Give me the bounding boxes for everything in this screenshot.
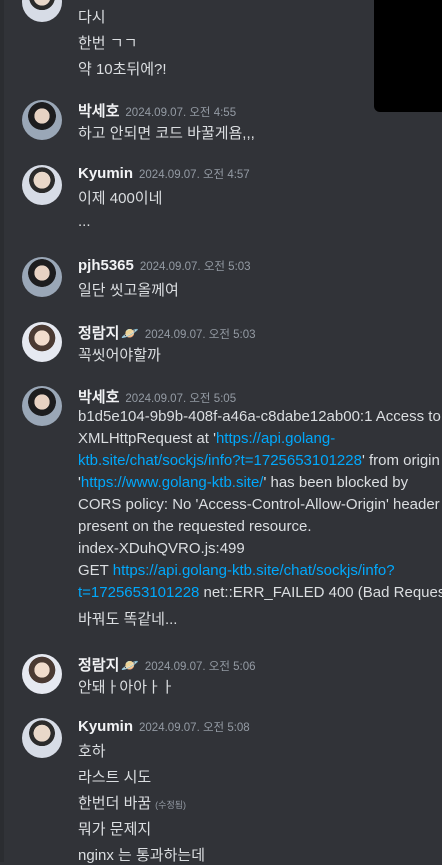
username[interactable]: pjh5365 [78,257,134,274]
message-text: 다시 [78,9,106,26]
message-header: 박세호 2024.09.07. 오전 5:05 [78,386,236,407]
message-text: b1d5e104-9b9b-408f-a46a-c8dabe12ab00:1 A… [78,408,441,425]
message-header: pjh5365 2024.09.07. 오전 5:03 [78,257,251,275]
username[interactable]: Kyumin [78,165,133,182]
planet-badge-icon: 🪐 [121,657,139,673]
timestamp[interactable]: 2024.09.07. 오전 5:03 [140,261,251,273]
timestamp[interactable]: 2024.09.07. 오전 5:03 [145,329,256,341]
message-text: t=1725653101228 net::ERR_FAILED 400 (Bad… [78,584,442,601]
message-text: 이제 400이네 [78,190,163,207]
message-text: ... [78,213,91,230]
message-text: ktb.site/chat/sockjs/info?t=172565310122… [78,452,440,469]
avatar[interactable] [22,0,62,22]
avatar[interactable] [22,718,62,758]
avatar[interactable] [22,100,62,140]
message-text: 바꿔도 똑같네... [78,611,178,628]
message-header: 박세호 2024.09.07. 오전 4:55 [78,100,236,121]
message-text: 꼭씻어야할까 [78,347,161,364]
message-text: 호하 [78,743,106,760]
message-text: 한번 ㄱㄱ [78,35,138,52]
avatar[interactable] [22,257,62,297]
planet-badge-icon: 🪐 [121,325,139,341]
avatar[interactable] [22,322,62,362]
timestamp[interactable]: 2024.09.07. 오전 4:57 [139,169,250,181]
timestamp[interactable]: 2024.09.07. 오전 5:05 [125,393,236,405]
url-link[interactable]: https://api.golang-ktb.site/chat/sockjs/… [113,562,395,579]
message-text: 안돼ㅏ아아ㅏㅏ [78,679,175,696]
avatar[interactable] [22,654,62,694]
video-preview-panel [374,0,442,112]
edited-label: (수정됨) [155,800,187,810]
username[interactable]: 정람지 [78,657,119,674]
left-edge [0,0,4,862]
timestamp[interactable]: 2024.09.07. 오전 4:55 [125,107,236,119]
message-text: 하고 안되면 코드 바꿀게욤,,, [78,125,255,142]
message-header: Kyumin 2024.09.07. 오전 5:08 [78,718,250,736]
url-link[interactable]: t=1725653101228 [78,584,199,601]
timestamp[interactable]: 2024.09.07. 오전 5:08 [139,722,250,734]
message-text: GET https://api.golang-ktb.site/chat/soc… [78,562,395,579]
message-header: Kyumin 2024.09.07. 오전 4:57 [78,165,250,183]
username[interactable]: 박세호 [78,103,119,120]
message-text: XMLHttpRequest at 'https://api.golang- [78,430,336,447]
message-text: index-XDuhQVRO.js:499 [78,540,245,557]
message-text: 'https://www.golang-ktb.site/' has been … [78,474,409,491]
username[interactable]: 박세호 [78,389,119,406]
message-text: 라스트 시도 [78,769,152,786]
message-text: 뭐가 문제지 [78,821,152,838]
url-link[interactable]: ktb.site/chat/sockjs/info?t=172565310122… [78,452,362,469]
message-text: 한번더 바꿈 (수정됨) [78,795,187,812]
url-link[interactable]: https://api.golang- [216,430,335,447]
username[interactable]: 정람지 [78,325,119,342]
message-text: present on the requested resource. [78,518,312,535]
username[interactable]: Kyumin [78,718,133,735]
avatar[interactable] [22,386,62,426]
message-header: 정람지 🪐 2024.09.07. 오전 5:06 [78,654,256,675]
timestamp[interactable]: 2024.09.07. 오전 5:06 [145,661,256,673]
message-text: 약 10초뒤에?! [78,61,167,78]
url-link[interactable]: https://www.golang-ktb.site/ [81,474,264,491]
message-text: 일단 씻고올께여 [78,282,179,299]
message-text: CORS policy: No 'Access-Control-Allow-Or… [78,496,442,513]
avatar[interactable] [22,165,62,205]
message-header: 정람지 🪐 2024.09.07. 오전 5:03 [78,322,256,343]
